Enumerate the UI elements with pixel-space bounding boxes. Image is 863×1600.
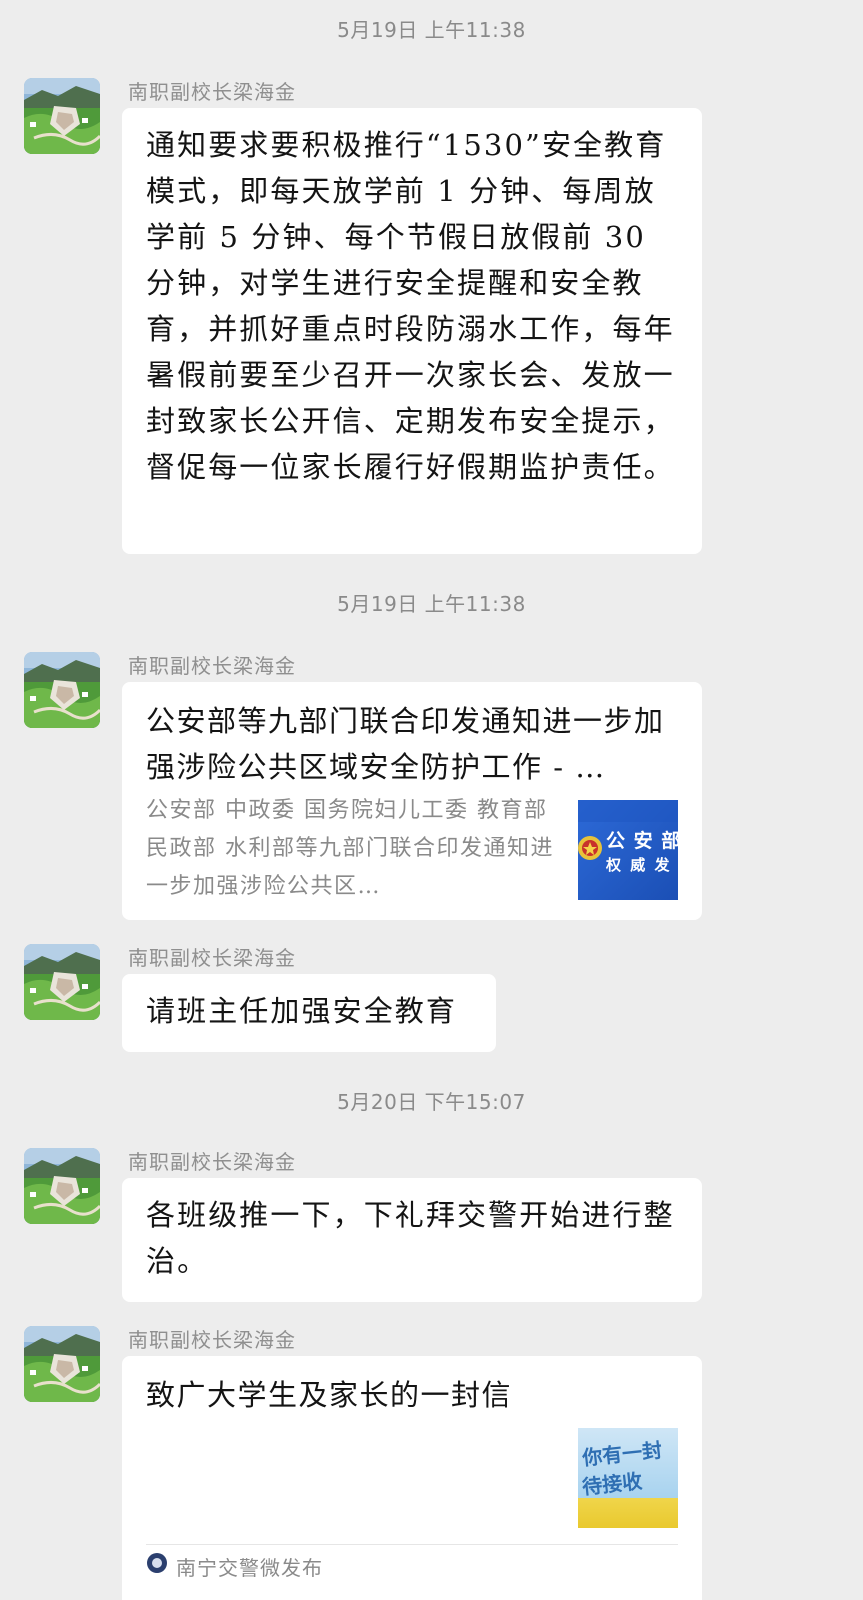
sender-avatar[interactable]: [24, 1326, 100, 1402]
link-thumbnail: 公 安 部 权 威 发: [578, 800, 678, 900]
link-card[interactable]: 公安部等九部门联合印发通知进一步加强涉险公共区域安全防护工作 - … 公安部 中…: [122, 682, 702, 920]
avatar-image: [24, 652, 100, 728]
avatar-image: [24, 78, 100, 154]
avatar-image: [24, 1148, 100, 1224]
message-text: 通知要求要积极推行“1530”安全教育模式，即每天放学前 1 分钟、每周放学前 …: [146, 128, 675, 484]
sender-name: 南职副校长梁海金: [128, 946, 296, 970]
source-logo-icon: [147, 1553, 167, 1573]
timestamp: 5月19日 上午11:38: [337, 18, 526, 42]
article-source: 南宁交警微发布: [176, 1556, 323, 1580]
thumb-subtitle: 权 威 发: [606, 856, 672, 874]
thumb-subtitle: 待接收: [581, 1468, 644, 1500]
message-text: 请班主任加强安全教育: [146, 994, 458, 1028]
message-bubble[interactable]: 各班级推一下，下礼拜交警开始进行整治。: [122, 1178, 702, 1302]
timestamp: 5月19日 上午11:38: [337, 592, 526, 616]
sender-avatar[interactable]: [24, 78, 100, 154]
card-divider: [146, 1544, 678, 1545]
article-card[interactable]: 致广大学生及家长的一封信 你有一封 待接收 南宁交警微发布: [122, 1356, 702, 1600]
sender-avatar[interactable]: [24, 944, 100, 1020]
timestamp: 5月20日 下午15:07: [337, 1090, 526, 1114]
sender-avatar[interactable]: [24, 1148, 100, 1224]
sender-name: 南职副校长梁海金: [128, 654, 296, 678]
link-title: 公安部等九部门联合印发通知进一步加强涉险公共区域安全防护工作 - …: [146, 704, 665, 784]
article-title: 致广大学生及家长的一封信: [146, 1378, 513, 1412]
thumb-title: 公 安 部: [606, 830, 678, 852]
link-description: 公安部 中政委 国务院妇儿工委 教育部 民政部 水利部等九部门联合印发通知进一步…: [146, 798, 554, 899]
avatar-image: [24, 944, 100, 1020]
message-text: 各班级推一下，下礼拜交警开始进行整治。: [146, 1198, 675, 1278]
sender-name: 南职副校长梁海金: [128, 80, 296, 104]
article-thumbnail: 你有一封 待接收: [578, 1428, 678, 1528]
message-bubble[interactable]: 通知要求要积极推行“1530”安全教育模式，即每天放学前 1 分钟、每周放学前 …: [122, 108, 702, 554]
chat-window: 5月19日 上午11:38 南职副校长梁海金 通知要求要积极推行“1530”安全…: [0, 0, 863, 1600]
sender-name: 南职副校长梁海金: [128, 1150, 296, 1174]
sender-name: 南职副校长梁海金: [128, 1328, 296, 1352]
message-bubble[interactable]: 请班主任加强安全教育: [122, 974, 496, 1052]
sender-avatar[interactable]: [24, 652, 100, 728]
thumb-title: 你有一封: [581, 1437, 664, 1471]
avatar-image: [24, 1326, 100, 1402]
